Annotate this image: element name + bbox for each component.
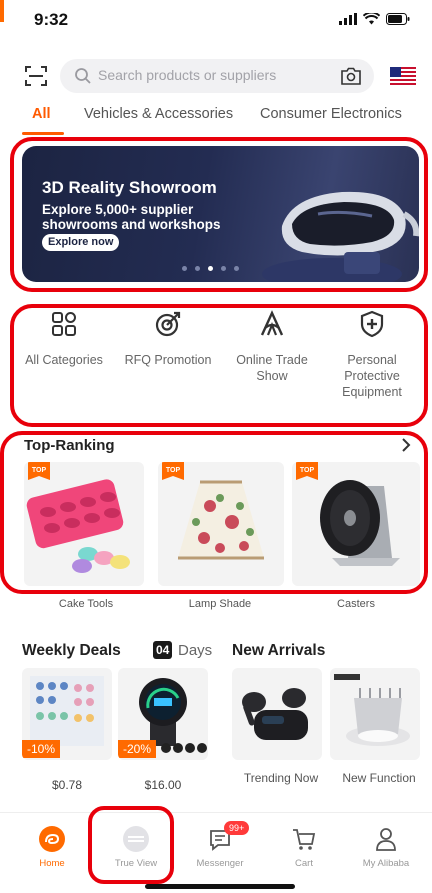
tab-all[interactable]: All [32,106,51,122]
explore-now-button[interactable]: Explore now [42,234,120,251]
quick-link-rfq-promotion[interactable]: RFQ Promotion [118,310,218,368]
grid-icon [52,312,76,336]
nav-home[interactable]: Home [12,825,92,869]
search-icon [75,68,91,84]
active-tab-indicator [22,132,64,135]
nav-messenger[interactable]: 99+ Messenger [180,821,260,869]
nav-true-view[interactable]: True View [96,825,176,869]
new-arrival-label: New Function [342,771,416,785]
discount-tag: -10% [22,740,61,758]
nav-label: True View [114,858,158,869]
vr-headset-image [262,191,419,282]
status-bar: 9:32 [0,0,432,44]
ranking-item-label: Cake Tools [58,598,114,610]
battery-icon [386,13,410,25]
profile-icon [376,828,396,851]
quick-link-label: Personal Protective Equipment [342,353,402,399]
nav-my-alibaba[interactable]: My Alibaba [346,825,426,869]
nav-label: Messenger [196,858,244,869]
true-view-icon [123,826,149,852]
deal-price: $16.00 [144,778,182,792]
quick-link-label: All Categories [25,353,103,367]
search-placeholder: Search products or suppliers [98,67,277,83]
alibaba-home-icon [39,826,65,852]
pagination-dot-active[interactable] [208,266,213,271]
bottom-navigation: Home True View 99+ Messenger Cart My Ali… [0,812,432,893]
orange-edge-marker [0,0,4,22]
wifi-icon [363,13,380,25]
nav-label: Cart [295,858,313,869]
downlight-product-image [334,674,410,746]
caster-wheel-image [320,480,400,566]
quick-link-all-categories[interactable]: All Categories [14,310,114,368]
ranking-card-casters[interactable]: TOP [292,462,420,586]
discount-tag: -20% [118,740,157,758]
search-row: Search products or suppliers [0,58,432,94]
cart-icon [293,829,316,850]
status-time: 9:32 [34,10,69,29]
showroom-banner[interactable]: 3D Reality Showroom Explore 5,000+ suppl… [22,146,419,282]
ranking-item-label: Casters [337,598,375,610]
banner-title: 3D Reality Showroom [42,178,217,197]
unread-badge: 99+ [224,821,250,835]
new-arrival-card[interactable] [232,668,322,760]
nav-label: Home [39,858,65,869]
category-tabs: All Vehicles & Accessories Consumer Elec… [0,102,432,136]
target-icon [155,311,181,337]
tab-consumer-electronics[interactable]: Consumer Electronics [260,106,402,122]
tab-vehicles-accessories[interactable]: Vehicles & Accessories [84,106,233,122]
weekly-deal-card[interactable]: -20% [118,668,208,760]
search-input[interactable]: Search products or suppliers [60,59,374,93]
new-arrival-card[interactable] [330,668,420,760]
days-countdown: 04 [153,641,173,659]
cake-mold-image [26,479,130,573]
pagination-dot[interactable] [234,266,239,271]
weekly-deals-title[interactable]: Weekly Deals [22,642,121,660]
top-ranking-title: Top-Ranking [24,437,115,454]
lamp-shade-image [178,480,264,560]
trade-show-icon [260,310,284,336]
scan-icon[interactable] [24,64,48,88]
new-arrivals-title[interactable]: New Arrivals [232,642,325,660]
quick-link-label: Online Trade Show [236,353,308,383]
pagination-dot[interactable] [195,266,200,271]
pagination-dot[interactable] [221,266,226,271]
quick-links-row: All Categories RFQ Promotion Online Trad… [14,310,422,422]
status-icons [339,13,410,25]
shield-icon [360,310,384,338]
quick-link-ppe[interactable]: Personal Protective Equipment [322,310,422,400]
banner-subtitle: Explore 5,000+ supplier showrooms and wo… [42,202,221,232]
deal-price: $0.78 [51,778,83,792]
chevron-right-icon[interactable] [400,438,412,452]
ranking-item-label: Lamp Shade [188,598,252,610]
nav-label: My Alibaba [362,858,410,869]
days-label: Days [178,642,213,659]
us-flag-icon[interactable] [390,67,416,85]
quick-link-label: RFQ Promotion [124,353,212,367]
new-arrival-label: Trending Now [243,771,319,785]
ranking-card-lamp-shade[interactable]: TOP [158,462,284,586]
home-indicator [145,884,295,889]
ranking-card-cake-tools[interactable]: TOP [24,462,144,586]
nav-cart[interactable]: Cart [264,825,344,869]
pagination-dot[interactable] [182,266,187,271]
banner-pagination [182,266,239,271]
camera-icon[interactable] [340,66,362,86]
weekly-deal-card[interactable]: -10% [22,668,112,760]
quick-link-online-trade-show[interactable]: Online Trade Show [222,310,322,384]
earbuds-product-image [242,688,308,740]
cellular-signal-icon [339,13,357,25]
